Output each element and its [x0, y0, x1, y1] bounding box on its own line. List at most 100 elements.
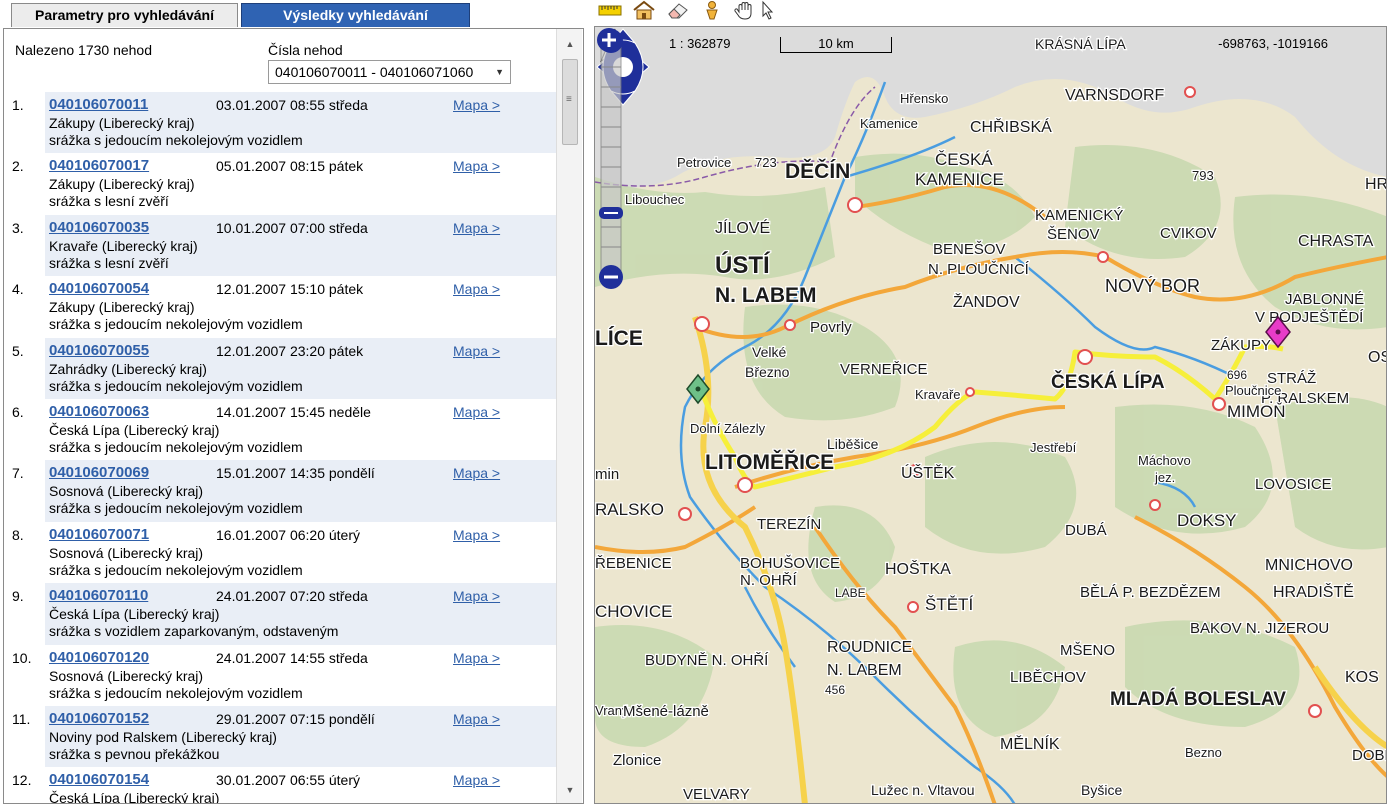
map-place-label: NOVÝ BOR: [1105, 276, 1200, 296]
map-place-label: LITOMĚŘICE: [705, 450, 834, 474]
show-on-map-link[interactable]: Mapa >: [453, 404, 500, 420]
scroll-down-arrow-icon[interactable]: ▼: [557, 781, 583, 799]
pointer-arrow-icon[interactable]: [755, 0, 781, 20]
accident-code-link[interactable]: 040106070120: [49, 649, 149, 666]
results-scrollbar[interactable]: ▲ ≡ ▼: [556, 29, 582, 803]
result-number: 4.: [12, 281, 24, 298]
scroll-up-arrow-icon[interactable]: ▲: [557, 35, 583, 53]
map-coordinates: -698763, -1019166: [1218, 36, 1328, 51]
accident-code-link[interactable]: 040106070055: [49, 342, 149, 359]
show-on-map-link[interactable]: Mapa >: [453, 343, 500, 359]
accident-code-link[interactable]: 040106070017: [49, 157, 149, 174]
map-place-label: HRADIŠTĚ: [1273, 582, 1354, 601]
accident-location: Sosnová (Liberecký kraj): [49, 544, 204, 561]
show-on-map-link[interactable]: Mapa >: [453, 772, 500, 788]
accident-type: srážka s jedoucím nekolejovým vozidlem: [49, 316, 303, 333]
map-place-label: BAKOV N. JIZEROU: [1190, 620, 1329, 637]
scroll-thumb[interactable]: ≡: [562, 59, 578, 145]
accident-location: Zákupy (Liberecký kraj): [49, 299, 195, 316]
map-place-label: DUBÁ: [1065, 522, 1107, 539]
result-row: 7. 040106070069 15.01.2007 14:35 pondělí Ma…: [4, 460, 556, 522]
accident-code-link[interactable]: 040106070035: [49, 219, 149, 236]
map-place-label: MNICHOVO: [1265, 557, 1353, 574]
ruler-icon[interactable]: [597, 0, 623, 20]
map-place-label: min: [595, 466, 619, 483]
accident-type: srážka s jedoucím nekolejovým vozidlem: [49, 132, 303, 148]
show-on-map-link[interactable]: Mapa >: [453, 650, 500, 666]
accident-code-link[interactable]: 040106070071: [49, 526, 149, 543]
map-place-label: Petrovice: [677, 155, 731, 170]
show-on-map-link[interactable]: Mapa >: [453, 97, 500, 113]
map-place-label: Březno: [745, 364, 790, 380]
map-place-label: DOBR: [1352, 747, 1387, 764]
map-place-label: Hřensko: [900, 91, 948, 106]
expand-panel-icon[interactable]: [595, 27, 621, 53]
map-place-label: DĚČÍN: [785, 159, 850, 183]
accident-code-link[interactable]: 040106070154: [49, 771, 149, 788]
map-place-label: ŘEBENICE: [595, 555, 672, 572]
map-canvas[interactable]: KRÁSNÁ LÍPA VARNSDORF Hřensko CHŘIBSKÁ ČESKÁ…: [595, 27, 1387, 804]
map-place-label: KAMENICKÝ: [1035, 207, 1123, 224]
accident-code-link[interactable]: 040106070054: [49, 280, 149, 297]
accident-code-link[interactable]: 040106070110: [49, 587, 148, 604]
map-place-label: ROUDNICE: [827, 639, 912, 656]
accident-location: Kravaře (Liberecký kraj): [49, 237, 198, 254]
result-row: 8. 040106070071 16.01.2007 06:20 úterý Mapa…: [4, 522, 556, 583]
map-place-label: LABE: [835, 586, 866, 600]
map-place-label: LIBĚCHOV: [1010, 669, 1086, 686]
map-place-label: Zlonice: [613, 752, 661, 769]
result-row: 2. 040106070017 05.01.2007 08:15 pátek Mapa…: [4, 153, 556, 214]
accident-location: Noviny pod Ralskem (Liberecký kraj): [49, 728, 277, 745]
accident-code-link[interactable]: 040106070152: [49, 710, 149, 727]
accident-type: srážka s pevnou překážkou: [49, 745, 220, 762]
result-number: 7.: [12, 465, 24, 482]
map-place-label: 793: [1192, 168, 1214, 183]
map-place-label: N. LABEM: [715, 284, 817, 307]
home-icon[interactable]: [631, 0, 657, 20]
accident-datetime: 16.01.2007 06:20 úterý: [216, 526, 361, 543]
map-place-label: Ploučnice: [1225, 383, 1281, 398]
accident-datetime: 15.01.2007 14:35 pondělí: [216, 465, 375, 482]
map-place-label: KRÁSNÁ LÍPA: [1035, 36, 1126, 52]
map-place-label: 696: [1227, 368, 1247, 382]
map-place-label: OSE: [1368, 349, 1387, 366]
result-row: 5. 040106070055 12.01.2007 23:20 pátek Mapa…: [4, 337, 556, 399]
map-place-label: CHRASTA: [1298, 233, 1374, 250]
eraser-icon[interactable]: [665, 0, 691, 20]
tab-search-parameters[interactable]: Parametry pro vyhledávání: [11, 3, 238, 27]
map-place-label: ČESKÁ LÍPA: [1051, 371, 1165, 393]
map-place-label: CHŘIBSKÁ: [970, 117, 1052, 136]
show-on-map-link[interactable]: Mapa >: [453, 527, 500, 543]
accident-location: Sosnová (Liberecký kraj): [49, 483, 204, 500]
map-view[interactable]: KRÁSNÁ LÍPA VARNSDORF Hřensko CHŘIBSKÁ ČESKÁ…: [594, 26, 1387, 804]
map-place-label: MLADÁ BOLESLAV: [1110, 688, 1286, 710]
map-place-label: VELVARY: [683, 786, 750, 803]
accident-code-link[interactable]: 040106070011: [49, 96, 148, 113]
accident-code-link[interactable]: 040106070069: [49, 464, 149, 481]
accident-type: srážka s lesní zvěří: [49, 193, 169, 210]
result-number: 10.: [12, 649, 32, 666]
map-place-label: CHOVICE: [595, 602, 672, 621]
show-on-map-link[interactable]: Mapa >: [453, 465, 500, 481]
person-pin-icon[interactable]: [699, 0, 725, 20]
accident-location: Zákupy (Liberecký kraj): [49, 115, 195, 131]
accident-range-select[interactable]: 040106070011 - 040106071060 ▼: [268, 60, 511, 84]
map-place-label: HRÁ: [1365, 174, 1387, 193]
result-number: 6.: [12, 403, 24, 420]
zoom-control[interactable]: [595, 27, 627, 291]
map-place-label: KAMENICE: [915, 170, 1004, 189]
map-place-label: LOVOSICE: [1255, 476, 1332, 493]
map-place-label: ZÁKUPY: [1211, 337, 1271, 354]
accident-code-link[interactable]: 040106070063: [49, 403, 149, 420]
show-on-map-link[interactable]: Mapa >: [453, 281, 500, 297]
show-on-map-link[interactable]: Mapa >: [453, 588, 500, 604]
show-on-map-link[interactable]: Mapa >: [453, 711, 500, 727]
show-on-map-link[interactable]: Mapa >: [453, 220, 500, 236]
accident-location: Česká Lípa (Liberecký kraj): [49, 421, 220, 438]
map-place-label: JÍLOVÉ: [715, 218, 770, 237]
show-on-map-link[interactable]: Mapa >: [453, 158, 500, 174]
tab-search-results[interactable]: Výsledky vyhledávání: [241, 3, 470, 27]
accident-datetime: 12.01.2007 15:10 pátek: [216, 281, 364, 298]
map-place-label: 723: [755, 155, 777, 170]
accident-type: srážka s jedoucím nekolejovým vozidlem: [49, 438, 303, 455]
